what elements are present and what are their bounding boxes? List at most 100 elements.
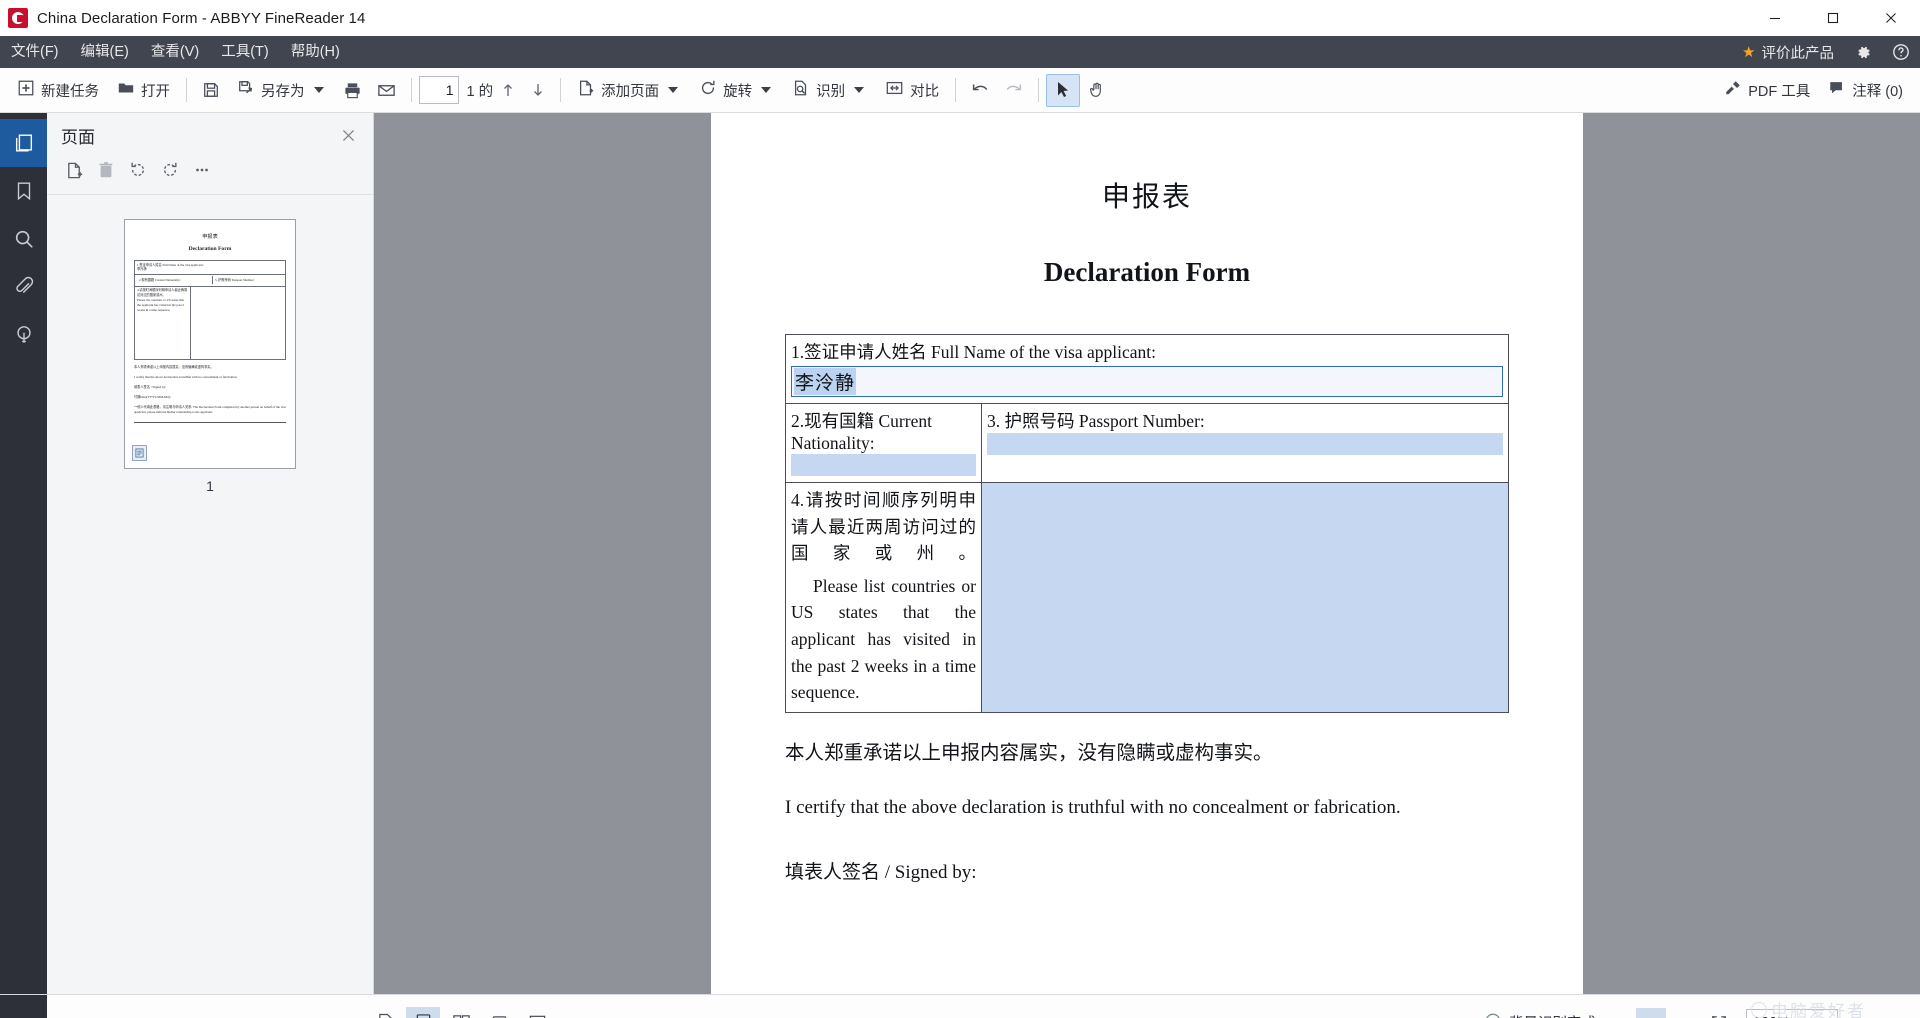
open-label: 打开: [141, 83, 170, 100]
thumb-row2-label: 2.现有国籍 Current Nationality:: [137, 276, 213, 285]
delete-page-icon[interactable]: [91, 156, 121, 184]
zoom-level-value: 100%: [1753, 1015, 1790, 1018]
best-fit-icon[interactable]: [1704, 1008, 1734, 1018]
new-task-button[interactable]: 新建任务: [8, 74, 108, 107]
minimize-icon[interactable]: [1746, 0, 1804, 36]
thumb-row4-cn: 4.请按时间顺序列明申请人最近两周访问过的国家或州。: [137, 288, 188, 298]
menu-view[interactable]: 查看(V): [140, 36, 210, 68]
toolbar-separator-3: [560, 78, 562, 102]
field4-input[interactable]: [981, 482, 1509, 713]
save-as-icon: [237, 79, 255, 101]
rotate-left-icon[interactable]: [123, 156, 153, 184]
sidebar-item-search[interactable]: [0, 215, 47, 263]
document-title-cn: 申报表: [1101, 182, 1192, 213]
thumb-title-cn: 申报表: [202, 234, 218, 240]
open-button[interactable]: 打开: [108, 74, 179, 107]
rotate-label: 旋转: [723, 83, 753, 100]
view-mode-text-only-icon[interactable]: [482, 1007, 516, 1018]
folder-icon: [117, 79, 135, 101]
star-icon: ★: [1742, 43, 1756, 61]
toolbar-separator-5: [1038, 78, 1040, 102]
pdf-tools-icon: [1724, 79, 1742, 101]
add-page-icon-panel[interactable]: [59, 156, 89, 184]
sidebar-item-signatures[interactable]: [0, 311, 47, 359]
previous-page-icon[interactable]: [493, 75, 523, 105]
main-toolbar: 新建任务 打开 另存为 1 1 的 添加页面 旋转 识别 对比 PDF 工具 注…: [0, 68, 1920, 113]
redo-icon[interactable]: [997, 74, 1031, 107]
page-number-input[interactable]: [418, 76, 459, 104]
comments-button[interactable]: 注释 (0): [1819, 74, 1912, 107]
field1-label: 1.签证申请人姓名 Full Name of the visa applican…: [791, 342, 1157, 362]
chevron-down-icon-add-page[interactable]: [668, 87, 679, 93]
rotate-button[interactable]: 旋转: [690, 74, 783, 107]
fit-width-icon[interactable]: [1636, 1007, 1666, 1018]
save-as-label: 另存为: [261, 83, 305, 100]
new-task-icon: [17, 79, 35, 101]
menu-bar: 文件(F) 编辑(E) 查看(V) 工具(T) 帮助(H) ★ 评价此产品: [0, 36, 1920, 68]
sidebar-item-pages[interactable]: [0, 119, 47, 167]
main-area: 页面 申报表 Declaration Form 1.签证申请人姓名 Full N…: [0, 113, 1920, 994]
pages-panel-title: 页面: [61, 128, 95, 147]
field2-cell[interactable]: 2.现有国籍 Current Nationality:: [785, 403, 982, 483]
gear-icon[interactable]: [1844, 36, 1882, 68]
zoom-level-select[interactable]: 100% ▾: [1746, 1008, 1838, 1018]
recognize-label: 识别: [816, 83, 846, 100]
comment-icon: [1828, 79, 1846, 101]
add-page-button[interactable]: 添加页面: [568, 74, 690, 107]
next-page-icon[interactable]: [523, 75, 553, 105]
menu-tools[interactable]: 工具(T): [210, 36, 280, 68]
zoom-out-icon[interactable]: [1842, 1008, 1872, 1018]
menu-file[interactable]: 文件(F): [0, 36, 70, 68]
field1-cell[interactable]: 1.签证申请人姓名 Full Name of the visa applican…: [785, 334, 1509, 404]
print-icon[interactable]: [336, 74, 370, 107]
email-icon[interactable]: [370, 74, 404, 107]
field3-cell[interactable]: 3. 护照号码 Passport Number:: [981, 403, 1509, 483]
page-thumbnail[interactable]: 申报表 Declaration Form 1.签证申请人姓名 Full Name…: [124, 219, 296, 469]
menu-help[interactable]: 帮助(H): [280, 36, 351, 68]
view-mode-single-page-icon[interactable]: [368, 1007, 402, 1018]
document-page[interactable]: 申报表 Declaration Form 1.签证申请人姓名 Full Name…: [711, 113, 1583, 994]
thumb-table: 1.签证申请人姓名 Full Name of the visa applican…: [134, 260, 286, 360]
close-panel-icon[interactable]: [337, 125, 359, 147]
thumbnail-area: 申报表 Declaration Form 1.签证申请人姓名 Full Name…: [47, 195, 373, 494]
view-mode-presentation-icon[interactable]: [520, 1007, 554, 1018]
pages-panel-header: 页面: [47, 113, 373, 152]
compare-button[interactable]: 对比: [876, 74, 948, 107]
fit-page-icon[interactable]: [1670, 1008, 1700, 1018]
chevron-down-icon[interactable]: [313, 87, 324, 93]
document-view[interactable]: 申报表 Declaration Form 1.签证申请人姓名 Full Name…: [374, 113, 1920, 994]
field2-input[interactable]: [791, 454, 976, 476]
recognize-button[interactable]: 识别: [783, 74, 876, 107]
compare-label: 对比: [910, 83, 940, 100]
rotate-icon: [699, 79, 717, 101]
left-rail: [0, 113, 47, 994]
more-options-icon[interactable]: [187, 156, 217, 184]
hand-tool-icon[interactable]: [1080, 74, 1114, 107]
save-as-button[interactable]: 另存为: [228, 74, 336, 107]
view-mode-two-page-icon[interactable]: [444, 1007, 478, 1018]
menu-edit[interactable]: 编辑(E): [70, 36, 140, 68]
rate-product-button[interactable]: ★ 评价此产品: [1732, 36, 1844, 68]
status-text: 背景识别完成: [1509, 1012, 1596, 1018]
thumb-row1-value: 李泠静: [137, 267, 147, 272]
view-mode-page-and-text-icon[interactable]: [406, 1006, 440, 1018]
field1-input[interactable]: 李泠静: [791, 366, 1503, 397]
sidebar-item-attachments[interactable]: [0, 263, 47, 311]
thumb-row-1: 1.签证申请人姓名 Full Name of the visa applican…: [135, 261, 285, 275]
chevron-down-icon-rotate[interactable]: [761, 87, 772, 93]
sidebar-item-bookmarks[interactable]: [0, 167, 47, 215]
abbyy-logo-icon: [8, 8, 28, 28]
pdf-tools-button[interactable]: PDF 工具: [1715, 74, 1819, 107]
field3-input[interactable]: [987, 433, 1503, 455]
close-icon[interactable]: [1862, 0, 1920, 36]
thumb-certify-cn: 本人郑重承诺以上申报内容属实，没有隐瞒或虚构事实。: [134, 364, 214, 369]
pages-panel: 页面 申报表 Declaration Form 1.签证申请人姓名 Full N…: [47, 113, 374, 994]
maximize-icon[interactable]: [1804, 0, 1862, 36]
save-icon[interactable]: [194, 74, 228, 107]
chevron-down-icon-recognize[interactable]: [854, 87, 865, 93]
rotate-right-icon[interactable]: [155, 156, 185, 184]
undo-icon[interactable]: [963, 74, 997, 107]
help-icon[interactable]: [1882, 36, 1920, 68]
zoom-in-icon[interactable]: [1876, 1008, 1906, 1018]
select-tool-icon[interactable]: [1046, 73, 1081, 107]
